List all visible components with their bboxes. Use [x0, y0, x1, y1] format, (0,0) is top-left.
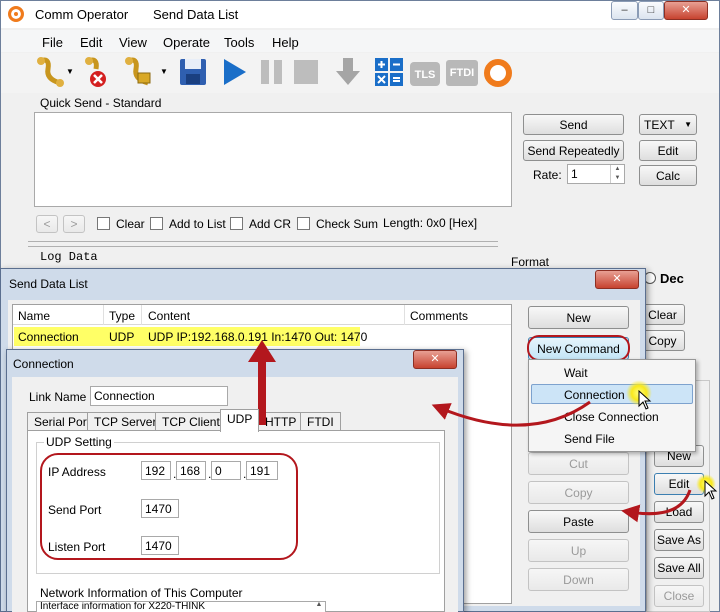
annotation-arrow-menu: [431, 400, 591, 427]
annotation-arrows: [248, 340, 692, 523]
tab-udp[interactable]: UDP: [220, 409, 260, 432]
annotation-arrow-row-head: [248, 340, 276, 362]
annotation-arrow-edit: [621, 489, 692, 523]
